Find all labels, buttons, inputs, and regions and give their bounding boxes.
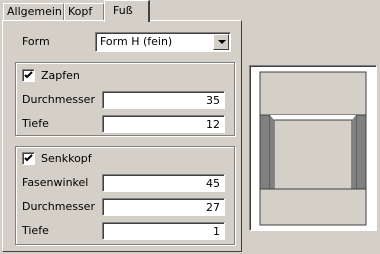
senkkopf-durchmesser-value: 27 (206, 201, 220, 214)
preview-drawing (249, 65, 377, 231)
zapfen-durchmesser-label: Durchmesser (22, 93, 95, 106)
tab-panel-fuss: Form Form H (fein) Zapfen Durchmesser 35… (2, 20, 242, 252)
tab-kopf[interactable]: Kopf (64, 3, 104, 20)
zapfen-durchmesser-field[interactable]: 35 (102, 91, 225, 109)
tab-kopf-label: Kopf (68, 5, 93, 18)
senkkopf-durchmesser-label: Durchmesser (22, 200, 95, 213)
checkmark-icon (24, 71, 33, 79)
tab-fuss[interactable]: Fuß (104, 0, 150, 22)
zapfen-tiefe-label: Tiefe (22, 117, 49, 130)
tab-allgemein-label: Allgemein (7, 5, 62, 18)
senkkopf-fasenwinkel-label: Fasenwinkel (22, 176, 89, 189)
tab-allgemein[interactable]: Allgemein (3, 3, 64, 20)
zapfen-durchmesser-value: 35 (206, 94, 220, 107)
zapfen-tiefe-value: 12 (206, 118, 220, 131)
checkmark-icon (24, 154, 33, 162)
chevron-down-icon[interactable] (213, 34, 229, 50)
senkkopf-tiefe-label: Tiefe (22, 224, 49, 237)
senkkopf-fasenwinkel-value: 45 (206, 177, 220, 190)
form-dropdown-value: Form H (fein) (100, 35, 173, 48)
hole-section-preview (259, 71, 367, 226)
senkkopf-checkbox[interactable] (22, 152, 35, 165)
zapfen-checkbox[interactable] (22, 69, 35, 82)
form-dropdown[interactable]: Form H (fein) (95, 32, 231, 52)
senkkopf-tiefe-value: 1 (213, 225, 220, 238)
form-label: Form (22, 35, 50, 48)
senkkopf-fasenwinkel-field[interactable]: 45 (102, 174, 225, 192)
tab-fuss-label: Fuß (113, 4, 133, 17)
senkkopf-label: Senkkopf (41, 152, 92, 165)
zapfen-label: Zapfen (41, 69, 80, 82)
senkkopf-durchmesser-field[interactable]: 27 (102, 198, 225, 216)
zapfen-tiefe-field[interactable]: 12 (102, 115, 225, 133)
senkkopf-tiefe-field[interactable]: 1 (102, 222, 225, 240)
